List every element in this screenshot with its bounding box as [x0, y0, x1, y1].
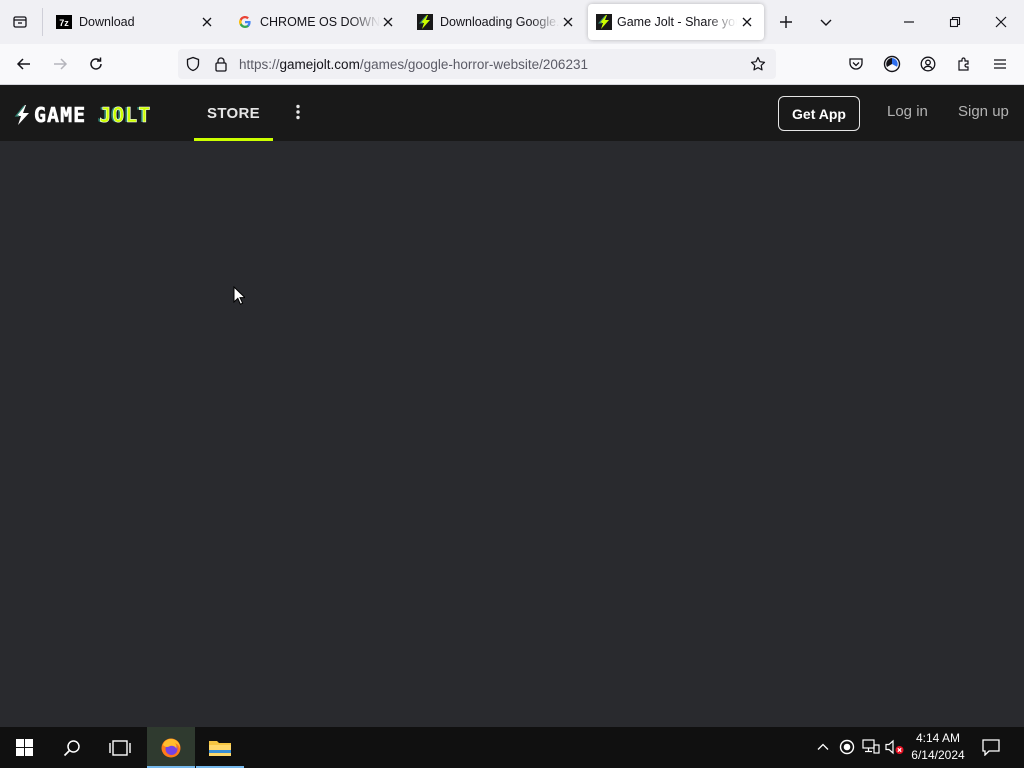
restore-icon[interactable]	[932, 0, 978, 44]
close-tab-icon[interactable]	[199, 14, 215, 30]
tab-download[interactable]: 7z Download	[44, 4, 224, 40]
tab-title: CHROME OS DOWNLOAD	[260, 15, 380, 29]
clock-time: 4:14 AM	[915, 731, 961, 745]
chevron-down-icon[interactable]	[812, 8, 840, 36]
record-icon[interactable]	[837, 737, 857, 757]
browser-tab-strip: 7z Download CHROME OS DOWNLOAD Downloadi…	[0, 0, 1024, 44]
close-window-icon[interactable]	[978, 0, 1024, 44]
gamejolt-icon	[596, 14, 612, 30]
url-text[interactable]: https://gamejolt.com/games/google-horror…	[239, 57, 588, 72]
pocket-icon[interactable]	[842, 50, 870, 78]
mouse-cursor-icon	[233, 286, 245, 305]
forward-arrow-icon[interactable]	[46, 50, 74, 78]
volume-muted-icon[interactable]	[885, 737, 905, 757]
svg-text:7z: 7z	[59, 18, 69, 28]
minimize-icon[interactable]	[886, 0, 932, 44]
google-icon	[237, 14, 253, 30]
page-content-area	[0, 141, 1024, 727]
gamejolt-header: GAME JOLT STORE Get App Log in Sign up	[0, 85, 1024, 141]
network-icon[interactable]	[861, 737, 881, 757]
7z-icon: 7z	[56, 14, 72, 30]
taskbar-clock[interactable]: 4:14 AM 6/14/2024	[906, 730, 970, 764]
gamejolt-logo[interactable]: GAME JOLT	[14, 103, 151, 127]
sign-up-link[interactable]: Sign up	[958, 103, 1009, 120]
clock-date: 6/14/2024	[911, 748, 965, 762]
extensions-puzzle-icon[interactable]	[950, 50, 978, 78]
notification-icon[interactable]	[981, 737, 1001, 757]
get-app-button[interactable]: Get App	[778, 96, 860, 131]
windows-start-icon[interactable]	[0, 727, 48, 768]
file-explorer-icon[interactable]	[196, 727, 244, 768]
more-vertical-icon[interactable]	[290, 101, 306, 123]
shield-icon[interactable]	[185, 56, 201, 72]
log-in-link[interactable]: Log in	[887, 103, 928, 120]
nav-store-link[interactable]: STORE	[194, 85, 273, 141]
chevron-up-icon[interactable]	[813, 737, 833, 757]
reload-icon[interactable]	[82, 50, 110, 78]
navigation-toolbar: https://gamejolt.com/games/google-horror…	[0, 44, 1024, 85]
address-bar[interactable]: https://gamejolt.com/games/google-horror…	[178, 49, 776, 79]
close-tab-icon[interactable]	[560, 14, 576, 30]
tab-title: Downloading Google.exe	[440, 15, 560, 29]
tab-game-jolt[interactable]: Game Jolt - Share your	[588, 4, 764, 40]
lock-icon[interactable]	[213, 56, 229, 72]
tab-divider	[42, 8, 43, 36]
tab-downloading-google[interactable]: Downloading Google.exe	[405, 4, 585, 40]
tab-title: Download	[79, 15, 135, 29]
extension-pie-icon[interactable]	[878, 50, 906, 78]
logo-wordmark: GAME JOLT	[34, 103, 152, 128]
close-tab-icon[interactable]	[739, 14, 755, 30]
tab-chrome-os-download[interactable]: CHROME OS DOWNLOAD	[225, 4, 405, 40]
list-all-tabs-icon[interactable]	[0, 0, 40, 44]
lightning-bolt-icon	[14, 105, 30, 125]
new-tab-icon[interactable]	[772, 8, 800, 36]
back-arrow-icon[interactable]	[10, 50, 38, 78]
search-icon[interactable]	[48, 727, 96, 768]
firefox-taskbar-icon[interactable]	[147, 727, 195, 768]
tab-title: Game Jolt - Share your	[617, 15, 737, 29]
task-view-icon[interactable]	[96, 727, 144, 768]
gamejolt-icon	[417, 14, 433, 30]
account-icon[interactable]	[914, 50, 942, 78]
bookmark-star-icon[interactable]	[750, 56, 766, 72]
windows-taskbar: 4:14 AM 6/14/2024	[0, 727, 1024, 768]
close-tab-icon[interactable]	[380, 14, 396, 30]
hamburger-menu-icon[interactable]	[986, 50, 1014, 78]
